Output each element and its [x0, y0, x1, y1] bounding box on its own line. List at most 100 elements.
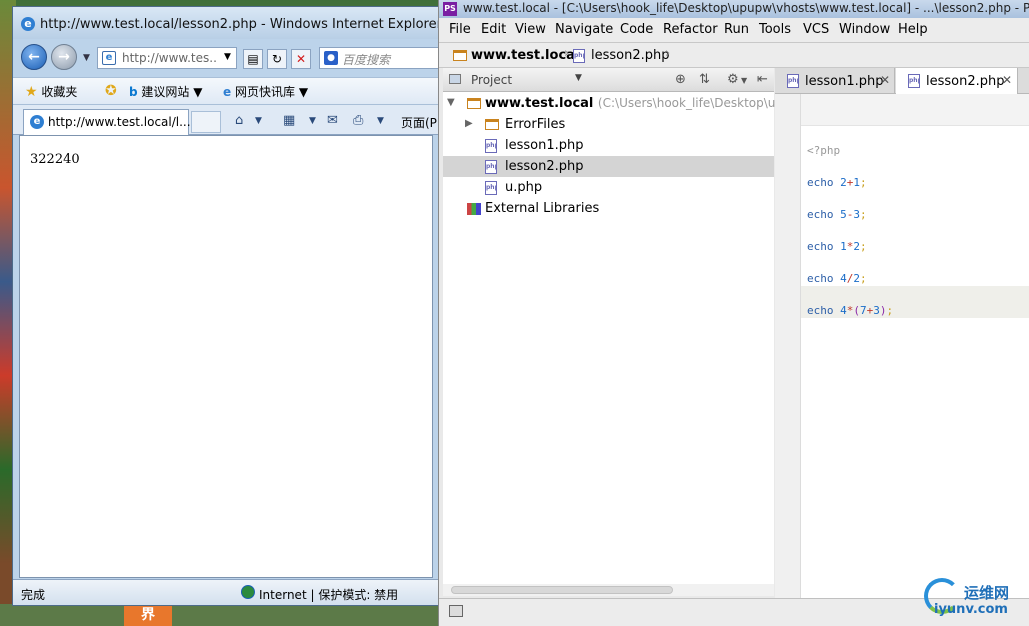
project-horizontal-scrollbar[interactable] — [443, 584, 774, 596]
search-box[interactable]: ● 百度搜索 — [319, 47, 441, 69]
web-slice-label: 网页快讯库 — [234, 85, 295, 99]
menu-view[interactable]: View — [515, 22, 546, 37]
code-open-tag: <?php — [807, 144, 841, 157]
tree-item-u[interactable]: php u.php — [443, 177, 774, 198]
code-line-4: echo 4/2; — [807, 272, 867, 285]
favorites-button[interactable]: ★ 收藏夹 — [25, 83, 77, 100]
collapse-all-icon[interactable]: ⇅ — [699, 72, 710, 87]
code-line-5: echo 4*(7+3); — [807, 304, 894, 317]
phpstorm-window-title: www.test.local - [C:\Users\hook_life\Des… — [463, 1, 1029, 15]
compatibility-view-icon[interactable]: ▤ — [243, 49, 263, 69]
tab-lesson2[interactable]: e http://www.test.local/l... — [23, 109, 191, 135]
address-dropdown-icon[interactable]: ▼ — [224, 52, 231, 62]
bing-icon: b — [129, 85, 138, 99]
forward-button[interactable]: → — [51, 44, 77, 70]
feeds-icon[interactable]: ▦ — [283, 113, 295, 128]
ie-logo-icon: e — [21, 17, 35, 31]
tree-item-errorfiles[interactable]: ▶ ErrorFiles — [443, 114, 774, 135]
ie-navigation-bar: ← → ▼ e http://www.tes... ▼ ▤ ↻ ✕ ● 百度搜索 — [13, 39, 441, 77]
tree-item-external-libraries[interactable]: External Libraries — [443, 198, 774, 219]
php-file-icon: php — [573, 49, 585, 63]
phpstorm-logo-icon: PS — [443, 2, 457, 16]
history-dropdown-button[interactable]: ▼ — [83, 53, 90, 63]
menu-edit[interactable]: Edit — [481, 22, 506, 37]
phpstorm-window: PS www.test.local - [C:\Users\hook_life\… — [438, 0, 1029, 626]
desktop-background — [0, 604, 440, 626]
gear-dropdown-icon[interactable]: ▼ — [741, 76, 747, 85]
menu-tools[interactable]: Tools — [759, 22, 791, 37]
feeds-dropdown-icon[interactable]: ▼ — [309, 116, 316, 126]
ie-window: e http://www.test.local/lesson2.php - Wi… — [12, 6, 442, 606]
tree-item-lesson2[interactable]: php lesson2.php — [443, 156, 774, 177]
tree-root-label: www.test.local (C:\Users\hook_life\Deskt… — [485, 96, 798, 111]
navigation-bar: www.test.local › php lesson2.php › — [439, 42, 1029, 68]
hide-panel-icon[interactable]: ⇤ — [757, 72, 768, 87]
page-content: 322240 — [19, 135, 433, 578]
php-file-icon: php — [787, 74, 799, 88]
php-file-icon: php — [485, 181, 497, 195]
mail-icon[interactable]: ✉ — [327, 113, 338, 128]
tree-item-root[interactable]: ▼ www.test.local (C:\Users\hook_life\Des… — [443, 93, 798, 114]
print-dropdown-icon[interactable]: ▼ — [377, 116, 384, 126]
refresh-icon[interactable]: ↻ — [267, 49, 287, 69]
menu-file[interactable]: File — [449, 22, 471, 37]
web-slice-gallery-link[interactable]: e 网页快讯库 ▼ — [223, 83, 308, 100]
menu-help[interactable]: Help — [898, 22, 928, 37]
close-icon[interactable]: ✕ — [1002, 73, 1012, 87]
project-view-selector[interactable]: Project — [471, 73, 512, 87]
project-tree: ▼ www.test.local (C:\Users\hook_life\Des… — [443, 92, 798, 584]
settings-gear-icon[interactable]: ⚙ — [727, 72, 739, 87]
suggested-sites-link[interactable]: b 建议网站 ▼ — [129, 83, 203, 100]
add-favorite-button[interactable]: ✪ — [105, 83, 117, 99]
expand-arrow-icon[interactable]: ▼ — [447, 97, 455, 108]
editor-tab-lesson2[interactable]: php lesson2.php ✕ — [896, 68, 1018, 94]
stop-icon[interactable]: ✕ — [291, 49, 311, 69]
menu-navigate[interactable]: Navigate — [555, 22, 613, 37]
security-zone[interactable]: Internet | 保护模式: 禁用 — [259, 586, 398, 603]
root-path: (C:\Users\hook_life\Desktop\upup — [597, 96, 799, 110]
scroll-from-source-icon[interactable]: ⊕ — [675, 72, 686, 87]
toggle-tool-windows-icon[interactable] — [449, 605, 463, 617]
home-icon[interactable]: ⌂ — [235, 113, 243, 128]
ie-tab-icon: e — [30, 115, 44, 129]
tree-label-lesson1: lesson1.php — [505, 138, 584, 153]
favorites-bar: ★ 收藏夹 ✪ b 建议网站 ▼ e 网页快讯库 ▼ — [13, 77, 439, 105]
menu-refactor[interactable]: Refactor — [663, 22, 718, 37]
tab-label: http://www.test.local/l... — [48, 115, 191, 129]
tree-item-lesson1[interactable]: php lesson1.php — [443, 135, 774, 156]
address-input[interactable]: http://www.tes... — [122, 51, 218, 65]
menu-code[interactable]: Code — [620, 22, 653, 37]
editor-tab-label: lesson2.php — [926, 74, 1005, 89]
tree-label-libraries: External Libraries — [485, 201, 600, 216]
ie-titlebar: e http://www.test.local/lesson2.php - Wi… — [13, 7, 442, 39]
chevron-down-icon: ▼ — [298, 85, 309, 99]
editor-tab-label: lesson1.php — [805, 74, 884, 89]
watermark-logo: 运维网 iyunv.com — [922, 576, 1029, 626]
chevron-down-icon[interactable]: ▼ — [575, 73, 582, 83]
ie-window-title: http://www.test.local/lesson2.php - Wind… — [40, 17, 442, 32]
baidu-paw-icon: ● — [324, 51, 338, 65]
watermark-en: iyunv.com — [934, 602, 1008, 617]
favorites-label: 收藏夹 — [41, 85, 78, 99]
address-bar[interactable]: e http://www.tes... ▼ — [97, 47, 237, 69]
page-menu[interactable]: 页面(P — [401, 114, 437, 131]
menu-vcs[interactable]: VCS — [803, 22, 829, 37]
arrow-left-icon: ← — [28, 49, 40, 65]
home-dropdown-icon[interactable]: ▼ — [255, 116, 262, 126]
php-file-icon: php — [485, 160, 497, 174]
print-icon[interactable]: ⎙ — [353, 113, 363, 128]
code-editor[interactable]: <?php echo 2+1; echo 5-3; echo 1*2; echo… — [801, 94, 1029, 598]
menu-run[interactable]: Run — [724, 22, 749, 37]
close-icon[interactable]: ✕ — [880, 73, 890, 87]
menu-window[interactable]: Window — [839, 22, 890, 37]
breadcrumb-file[interactable]: lesson2.php — [591, 48, 670, 63]
back-button[interactable]: ← — [21, 44, 47, 70]
collapse-arrow-icon[interactable]: ▶ — [465, 118, 473, 129]
scrollbar-thumb[interactable] — [451, 586, 673, 594]
php-file-icon: php — [485, 139, 497, 153]
editor-top-band — [801, 94, 1029, 126]
editor-tab-lesson1[interactable]: php lesson1.php ✕ — [775, 68, 895, 94]
tree-label-errorfiles: ErrorFiles — [505, 117, 566, 132]
new-tab-button[interactable] — [191, 111, 221, 133]
search-input[interactable]: 百度搜索 — [342, 51, 390, 68]
